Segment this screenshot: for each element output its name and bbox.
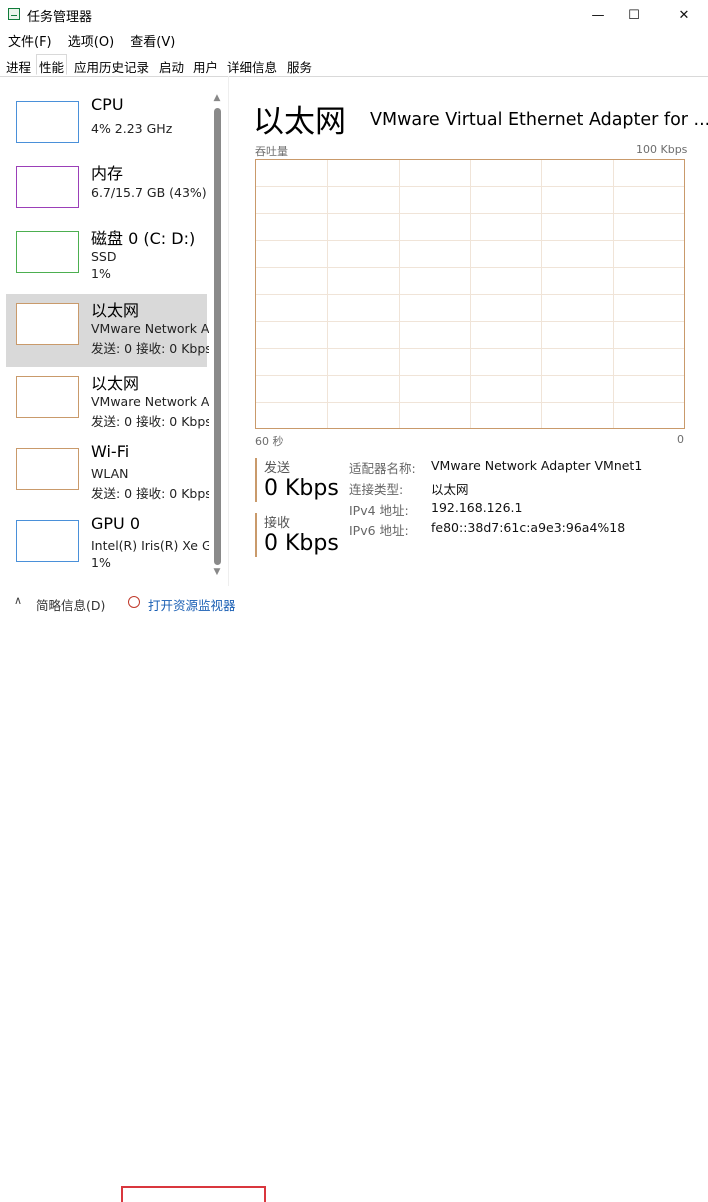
ipv4-key: IPv4 地址: xyxy=(349,503,409,518)
open-resource-monitor-link[interactable]: 打开资源监视器 xyxy=(148,595,236,614)
sidebar-item-line: Intel(R) Iris(R) Xe Graphics xyxy=(91,538,209,553)
sidebar-item-line: 发送: 0 接收: 0 Kbps xyxy=(91,486,209,501)
chevron-up-icon[interactable]: ∧ xyxy=(14,594,22,607)
ipv6-key: IPv6 地址: xyxy=(349,523,409,538)
page-title: 以太网 xyxy=(253,104,346,140)
resource-monitor-icon[interactable] xyxy=(128,596,140,608)
sidebar-item-line: 6.7/15.7 GB (43%) xyxy=(91,185,207,200)
sidebar-item-line: 发送: 0 接收: 0 Kbps xyxy=(91,414,209,429)
sidebar-item-line: WLAN xyxy=(91,466,129,481)
sidebar-item-title: GPU 0 xyxy=(91,514,141,533)
connection-type-key: 连接类型: xyxy=(349,482,404,497)
sidebar-item-title: Wi-Fi xyxy=(91,442,130,461)
scroll-up-icon[interactable]: ▲ xyxy=(211,93,223,103)
title-bar: 任务管理器 — ☐ ✕ xyxy=(0,0,708,30)
send-stat-bar xyxy=(255,458,257,502)
menu-options[interactable]: 选项(O) xyxy=(68,31,114,50)
sidebar-item-gpu[interactable]: GPU 0 Intel(R) Iris(R) Xe Graphics 1% xyxy=(6,511,209,584)
sidebar-item-title: 磁盘 0 (C: D:) xyxy=(91,229,196,248)
sidebar-item-title: 以太网 xyxy=(91,374,140,393)
resource-monitor-highlight xyxy=(121,1186,266,1202)
tab-services[interactable]: 服务 xyxy=(287,57,312,76)
sidebar-item-line: VMware Network Adapter VMnet8 xyxy=(91,394,209,409)
sidebar-item-memory[interactable]: 内存 6.7/15.7 GB (43%) xyxy=(6,157,207,230)
gpu-mini-graph xyxy=(16,520,79,562)
sidebar-item-cpu[interactable]: CPU 4% 2.23 GHz xyxy=(6,92,207,165)
sidebar-item-ethernet-2[interactable]: 以太网 VMware Network Adapter VMnet8 发送: 0 … xyxy=(6,367,209,440)
sidebar-item-disk[interactable]: 磁盘 0 (C: D:) SSD 1% xyxy=(6,222,207,295)
sidebar-item-line: 4% 2.23 GHz xyxy=(91,121,173,136)
footer-bar: ∧ 简略信息(D) 打开资源监视器 xyxy=(0,593,708,1202)
receive-stat-bar xyxy=(255,513,257,557)
cpu-mini-graph xyxy=(16,101,79,143)
scrollbar-thumb[interactable] xyxy=(214,108,221,565)
graph-time-label: 60 秒 xyxy=(255,435,284,448)
sidebar-item-line: 1% xyxy=(91,266,111,281)
window-title: 任务管理器 xyxy=(27,10,93,25)
close-button[interactable]: ✕ xyxy=(662,0,706,30)
scroll-down-icon[interactable]: ▼ xyxy=(211,567,223,577)
pane-divider xyxy=(228,76,229,586)
ethernet-mini-graph xyxy=(16,376,79,418)
sidebar-item-line: VMware Network Adapter VMnet1 xyxy=(91,321,209,336)
tab-details[interactable]: 详细信息 xyxy=(227,57,277,76)
sidebar-item-wifi[interactable]: Wi-Fi WLAN 发送: 0 接收: 0 Kbps xyxy=(6,439,209,512)
adapter-name-key: 适配器名称: xyxy=(349,461,416,476)
adapter-name-heading: VMware Virtual Ethernet Adapter for ... xyxy=(370,110,708,130)
send-label: 发送 xyxy=(264,461,291,476)
task-manager-icon xyxy=(8,8,20,20)
receive-value: 0 Kbps xyxy=(264,531,339,556)
tab-bar: 进程 性能 应用历史记录 启动 用户 详细信息 服务 xyxy=(0,54,708,77)
sidebar-item-title: CPU xyxy=(91,95,124,114)
throughput-graph xyxy=(255,159,685,429)
adapter-name-value: VMware Network Adapter VMnet1 xyxy=(431,458,643,473)
menu-view[interactable]: 查看(V) xyxy=(130,31,175,50)
menu-bar: 文件(F) 选项(O) 查看(V) xyxy=(0,31,179,51)
connection-type-value: 以太网 xyxy=(431,482,469,497)
sidebar-scrollbar[interactable]: ▲ ▼ xyxy=(211,93,223,579)
menu-file[interactable]: 文件(F) xyxy=(8,31,52,50)
fewer-details-link[interactable]: 简略信息(D) xyxy=(36,595,105,614)
throughput-label: 吞吐量 xyxy=(255,145,288,158)
receive-label: 接收 xyxy=(264,516,291,531)
ethernet-mini-graph xyxy=(16,303,79,345)
send-value: 0 Kbps xyxy=(264,476,339,501)
wifi-mini-graph xyxy=(16,448,79,490)
disk-mini-graph xyxy=(16,231,79,273)
ipv6-value: fe80::38d7:61c:a9e3:96a4%18 xyxy=(431,520,626,535)
sidebar-item-line: 1% xyxy=(91,555,111,570)
tab-processes[interactable]: 进程 xyxy=(6,57,31,76)
sidebar-item-title: 内存 xyxy=(91,164,124,183)
memory-mini-graph xyxy=(16,166,79,208)
maximize-button[interactable]: ☐ xyxy=(612,0,656,30)
graph-zero-label: 0 xyxy=(677,433,684,446)
tab-users[interactable]: 用户 xyxy=(193,57,218,76)
graph-max-label: 100 Kbps xyxy=(636,143,688,156)
ipv4-value: 192.168.126.1 xyxy=(431,500,523,515)
sidebar-item-line: SSD xyxy=(91,249,117,264)
tab-performance[interactable]: 性能 xyxy=(36,54,68,75)
sidebar-item-ethernet-selected[interactable]: 以太网 VMware Network Adapter VMnet1 发送: 0 … xyxy=(6,294,209,367)
sidebar-item-line: 发送: 0 接收: 0 Kbps xyxy=(91,341,209,356)
graph-grid xyxy=(256,160,684,428)
tab-app-history[interactable]: 应用历史记录 xyxy=(74,57,149,76)
tab-startup[interactable]: 启动 xyxy=(159,57,184,76)
sidebar-item-title: 以太网 xyxy=(91,301,140,320)
